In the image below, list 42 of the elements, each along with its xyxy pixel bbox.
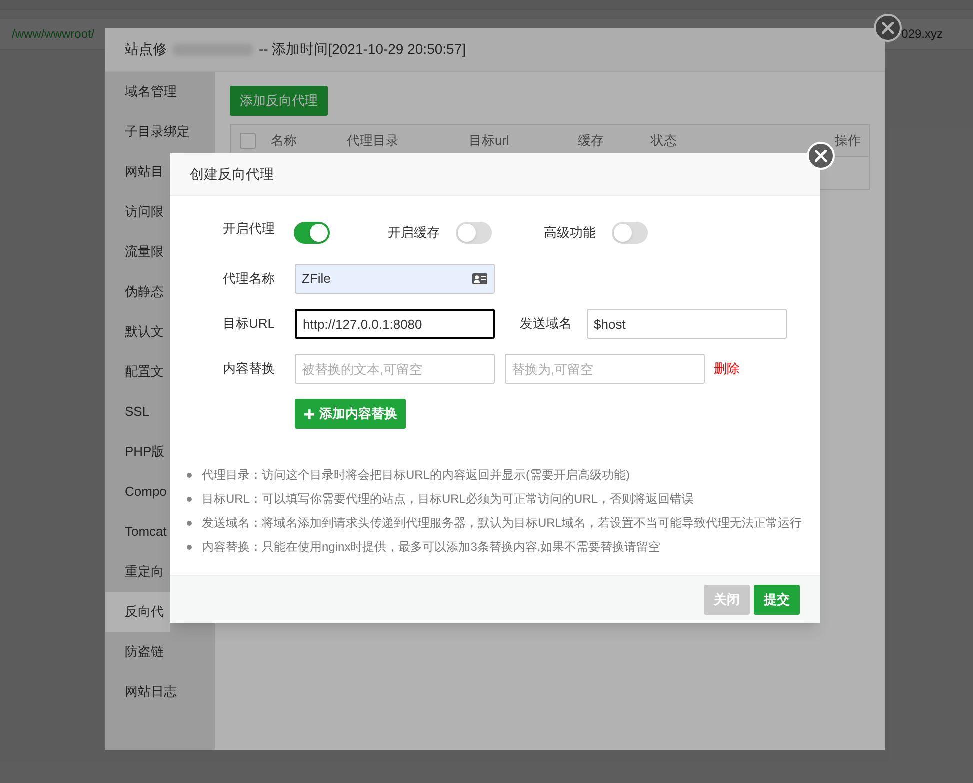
- column-header: 状态: [651, 132, 677, 150]
- toggle-switch[interactable]: [612, 222, 648, 244]
- note-text: 目标URL：可以填写你需要代理的站点，目标URL必须为可正常访问的URL，否则将返回错误: [202, 491, 694, 508]
- toggle-label: 高级功能: [544, 224, 596, 242]
- field-label: 内容替换: [222, 360, 275, 378]
- field-label: 目标URL: [222, 315, 275, 334]
- note-text: 代理目录：访问这个目录时将会把目标URL的内容返回并显示(需要开启高级功能): [202, 467, 630, 484]
- bullet-icon: [187, 520, 192, 526]
- bullet-icon: [187, 472, 192, 478]
- toggle-label: 开启代理: [222, 220, 275, 238]
- bullet-icon: [187, 496, 192, 502]
- close-icon: [882, 22, 894, 34]
- column-header: 操作: [835, 132, 861, 150]
- note-text: 内容替换：只能在使用nginx时提供，最多可以添加3条替换内容,如果不需要替换请留空: [202, 539, 661, 556]
- dialog-title: -- 添加时间[2021-10-29 20:50:57]: [259, 40, 466, 59]
- target-url-field[interactable]: http://127.0.0.1:8080: [295, 309, 495, 339]
- column-header: 缓存: [578, 132, 604, 150]
- close-icon: [815, 150, 827, 162]
- column-header: 名称: [271, 132, 297, 150]
- column-header: 代理目录: [347, 132, 399, 150]
- send-domain-field[interactable]: $host: [587, 309, 787, 339]
- site-domain: 029.xyz: [902, 26, 943, 43]
- replace-from-field[interactable]: 被替换的文本,可留空: [295, 354, 495, 384]
- field-label: 发送域名: [520, 315, 572, 334]
- toggle-switch[interactable]: [294, 222, 330, 244]
- sidebar-item[interactable]: 反向代: [105, 592, 170, 632]
- toggle-label: 开启缓存: [388, 224, 440, 242]
- dialog-title: 站点修: [125, 40, 167, 59]
- bullet-icon: [187, 544, 192, 550]
- replace-to-field[interactable]: 替换为,可留空: [505, 354, 705, 384]
- submit-button[interactable]: 提交: [754, 584, 800, 614]
- add-replace-button[interactable]: 添加内容替换: [295, 399, 406, 429]
- toggle-switch[interactable]: [456, 222, 492, 244]
- dialog-title: 创建反向代理: [190, 164, 274, 184]
- note-text: 发送域名：将域名添加到请求头传递到代理服务器，默认为目标URL域名，若设置不当可能导致代理无法正常运行: [202, 515, 802, 532]
- field-label: 代理名称: [222, 270, 275, 288]
- delete-link[interactable]: 删除: [714, 359, 740, 379]
- plus-icon: [304, 408, 314, 420]
- checkbox[interactable]: [240, 132, 256, 148]
- column-header: 目标url: [469, 132, 510, 150]
- contact-card-icon: [472, 273, 488, 285]
- name-field[interactable]: ZFile: [295, 264, 495, 294]
